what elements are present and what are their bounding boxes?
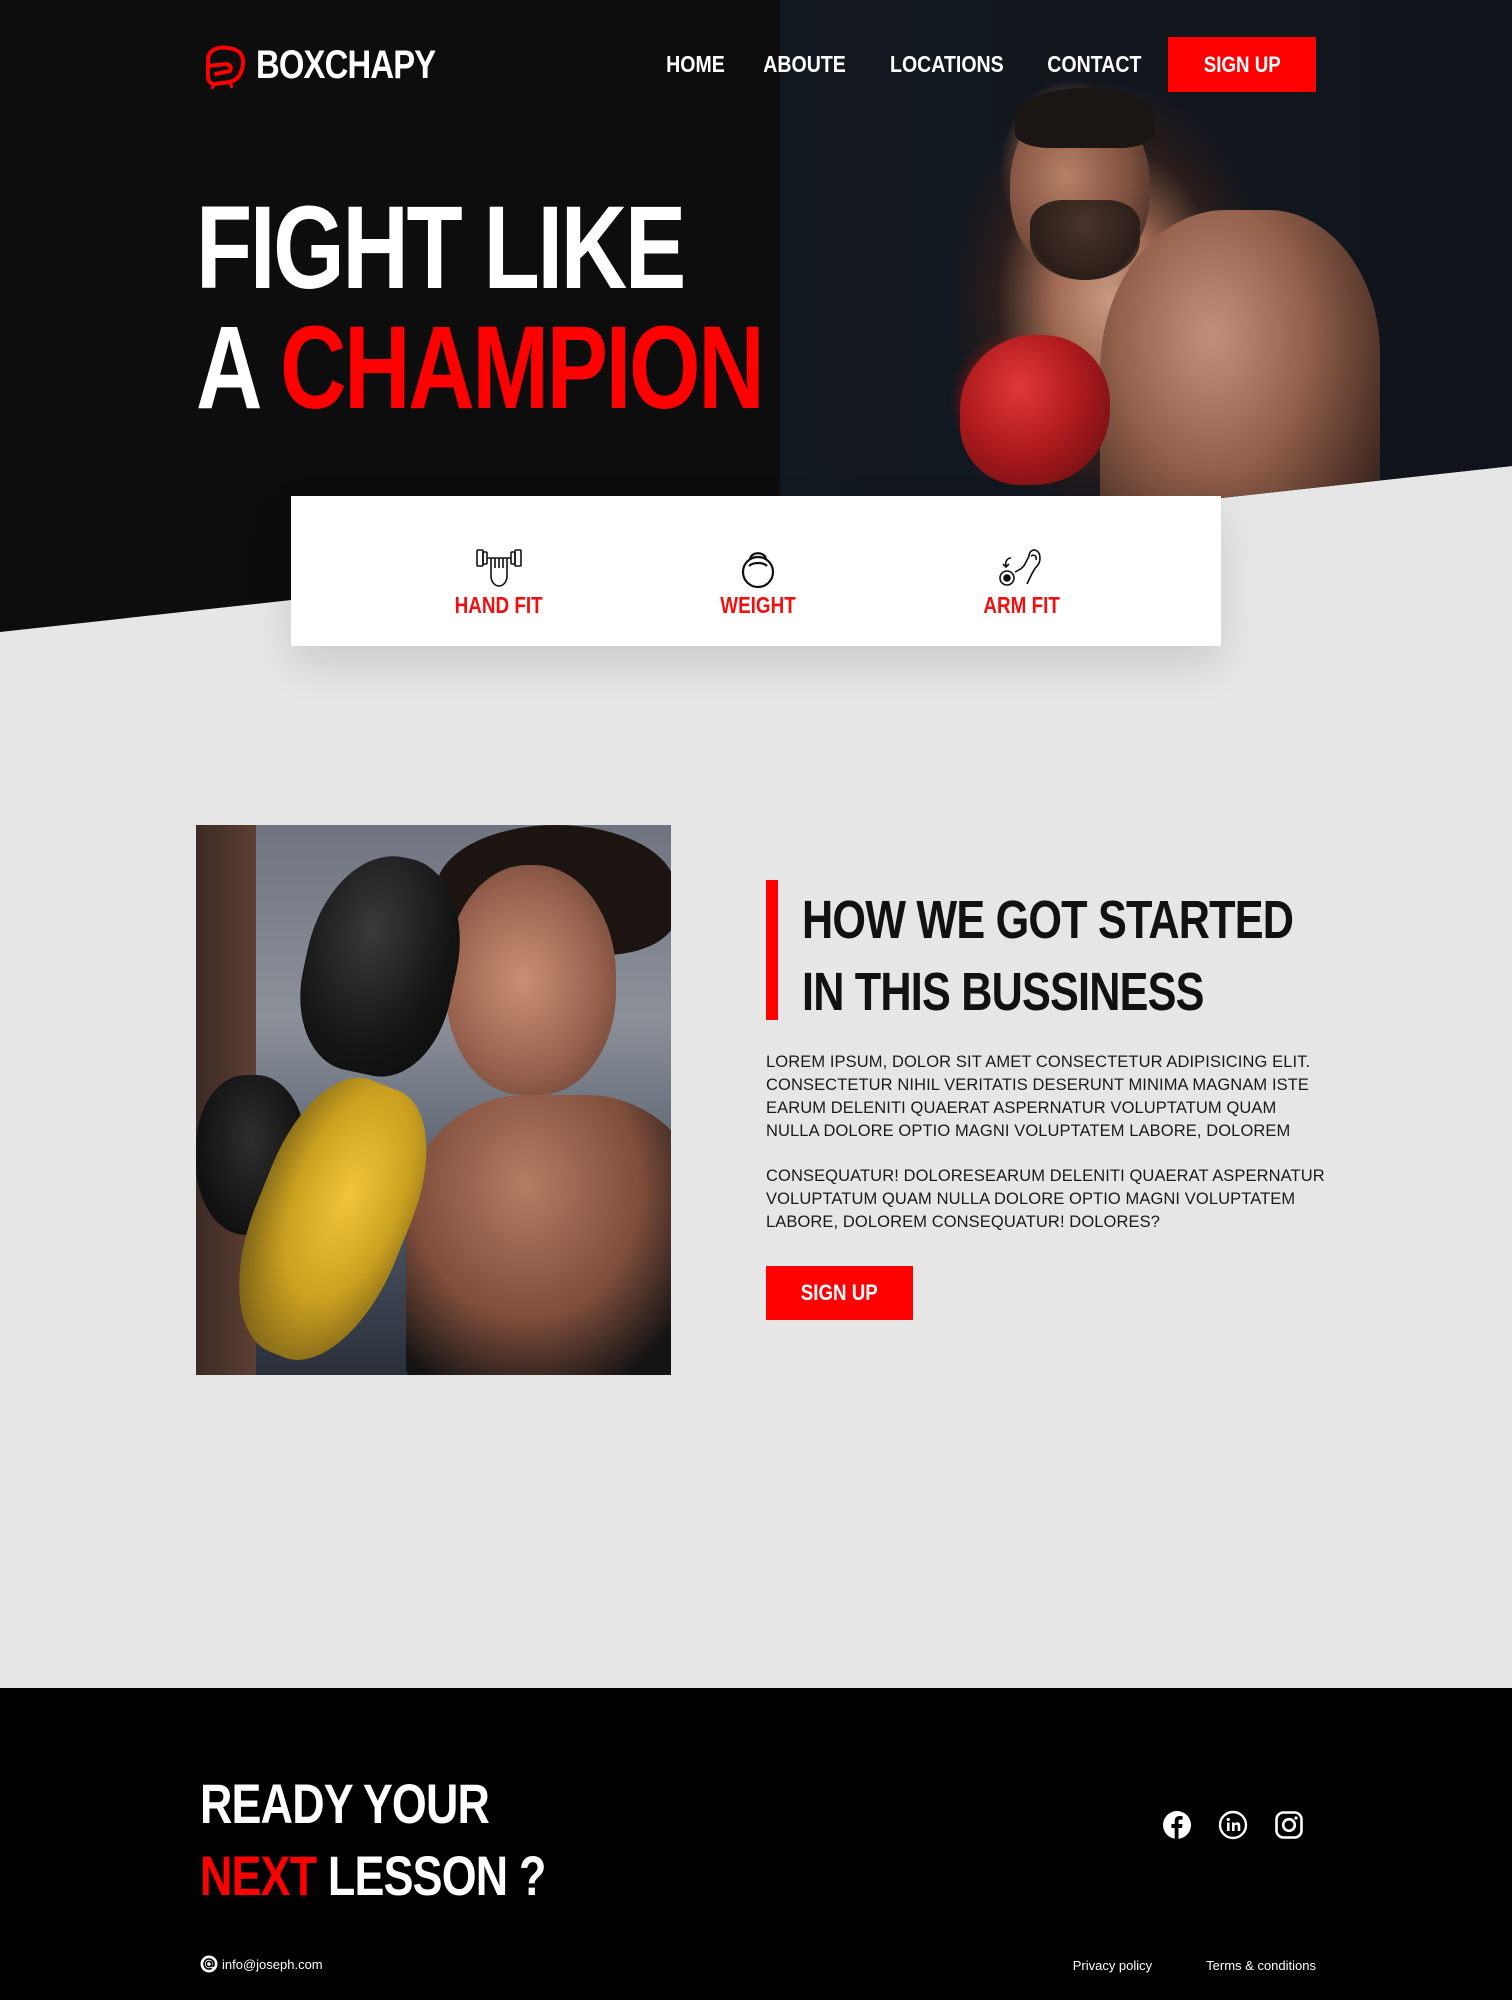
at-sign-icon [200, 1955, 218, 1973]
cta-line1: READY YOUR [200, 1772, 490, 1835]
about-heading-line2: IN THIS BUSSINESS [802, 962, 1204, 1022]
feature-label: HAND FIT [454, 592, 543, 618]
heading-accent-bar [766, 880, 778, 1020]
hero-title-line1: FIGHT LIKE [196, 182, 686, 314]
instagram-link[interactable] [1274, 1810, 1304, 1840]
about-heading: HOW WE GOT STARTED IN THIS BUSSINESS [802, 884, 1294, 1028]
footer: READY YOUR NEXT LESSON ? info@joseph.com… [0, 1688, 1512, 2000]
about-photo [196, 825, 671, 1375]
hero-title-line2-prefix: A [196, 302, 280, 434]
footer-cta: READY YOUR NEXT LESSON ? [200, 1768, 546, 1912]
dumbbell-hand-icon [476, 549, 522, 587]
brand-name: BOXCHAPY [256, 42, 436, 87]
cta-highlight: NEXT [200, 1844, 317, 1907]
feature-label: WEIGHT [720, 592, 796, 618]
instagram-icon [1275, 1811, 1303, 1839]
about-heading-line1: HOW WE GOT STARTED [802, 890, 1294, 950]
about-signup-label: SIGN UP [801, 1280, 878, 1305]
hero-title-highlight: CHAMPION [279, 302, 765, 434]
nav-signup-button[interactable]: SIGN UP [1168, 37, 1316, 92]
features-card: HAND FIT WEIGHT ARM FIT [291, 496, 1221, 646]
red-boxing-glove [960, 335, 1110, 485]
nav-locations[interactable]: LOCATIONS [890, 51, 1004, 78]
feature-label: ARM FIT [983, 592, 1061, 618]
hero-title: FIGHT LIKE A CHAMPION [196, 188, 765, 428]
footer-email[interactable]: info@joseph.com [200, 1955, 323, 1973]
nav-contact[interactable]: CONTACT [1048, 51, 1142, 78]
privacy-policy-link[interactable]: Privacy policy [1073, 1958, 1152, 1973]
about-signup-button[interactable]: SIGN UP [766, 1266, 913, 1320]
kettlebell-icon [741, 552, 775, 589]
about-paragraph-2: consequatur! Doloresearum deleniti quaer… [766, 1167, 1325, 1231]
terms-link[interactable]: Terms & conditions [1206, 1958, 1316, 1973]
cta-line2-rest: LESSON ? [316, 1844, 546, 1907]
nav-home[interactable]: HOME [667, 51, 726, 78]
about-paragraph-1: Lorem ipsum, dolor sit amet consectetur … [766, 1053, 1311, 1140]
footer-legal-links: Privacy policy Terms & conditions [1073, 1958, 1316, 1973]
feature-weight[interactable]: WEIGHT [678, 546, 838, 619]
flexed-arm-icon [999, 549, 1041, 586]
boxer-body [406, 1095, 671, 1375]
nav-about[interactable]: ABOUTE [764, 51, 847, 78]
brand-logo[interactable]: BOXCHAPY [200, 40, 475, 90]
linkedin-icon [1218, 1810, 1248, 1840]
feature-hand-fit[interactable]: HAND FIT [419, 546, 579, 619]
boxer-hair [1015, 88, 1155, 148]
social-links [1162, 1810, 1304, 1840]
nav-signup-label: SIGN UP [1203, 51, 1281, 77]
boxing-glove-icon [206, 45, 246, 90]
main-nav: HOME ABOUTE LOCATIONS CONTACT SIGN UP [635, 37, 1316, 92]
email-text: info@joseph.com [222, 1956, 323, 1972]
linkedin-link[interactable] [1218, 1810, 1248, 1840]
facebook-link[interactable] [1162, 1810, 1192, 1840]
boxer-beard [1030, 200, 1140, 280]
feature-arm-fit[interactable]: ARM FIT [942, 546, 1102, 619]
facebook-icon [1163, 1811, 1191, 1839]
boxer-face [446, 865, 616, 1095]
